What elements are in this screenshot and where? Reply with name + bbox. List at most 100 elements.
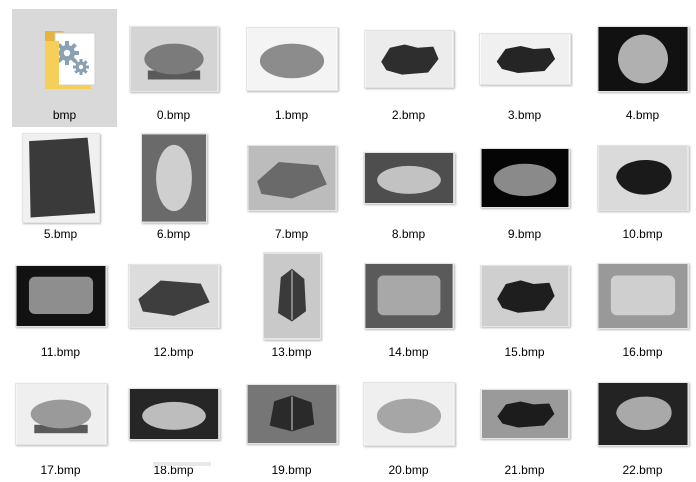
- thumbnail-wrap: [239, 364, 344, 464]
- file-item[interactable]: 14.bmp: [356, 246, 461, 364]
- image-thumbnail: [246, 145, 337, 211]
- rock-mark: [143, 43, 204, 75]
- thumbnail-wrap: [239, 9, 344, 109]
- rock-mark: [28, 137, 95, 218]
- image-thumbnail: [479, 148, 570, 208]
- file-item[interactable]: 9.bmp: [472, 128, 577, 246]
- rock-mark: [259, 43, 324, 79]
- folder-bmp[interactable]: bmp: [12, 9, 117, 127]
- thumbnail-wrap: [121, 9, 226, 109]
- file-item[interactable]: 20.bmp: [356, 364, 461, 482]
- rock-mark: [376, 398, 441, 434]
- file-item[interactable]: 21.bmp: [472, 364, 577, 482]
- thumbnail-wrap: [8, 364, 113, 464]
- thumbnail-wrap: [8, 128, 113, 228]
- image-thumbnail: [478, 33, 571, 85]
- rock-mark: [617, 34, 668, 84]
- thumbnail-wrap: [121, 246, 226, 346]
- thumbnail-wrap: [590, 246, 695, 346]
- folder-thumb-wrap: [12, 9, 117, 109]
- folder-gears-icon: [44, 31, 95, 89]
- file-label: 19.bmp: [271, 463, 312, 477]
- thumbnail-wrap: [239, 128, 344, 228]
- thumbnail-wrap: [356, 128, 461, 228]
- file-label: 5.bmp: [43, 227, 78, 241]
- folder-label: bmp: [52, 108, 77, 122]
- thumbnail-wrap: [121, 364, 226, 464]
- file-item[interactable]: 8.bmp: [356, 128, 461, 246]
- file-item[interactable]: 10.bmp: [590, 128, 695, 246]
- image-thumbnail: [140, 133, 207, 223]
- file-label: 6.bmp: [156, 227, 191, 241]
- file-label: 0.bmp: [156, 108, 191, 122]
- thumbnail-wrap: [356, 364, 461, 464]
- image-thumbnail: [479, 265, 570, 327]
- file-item[interactable]: 3.bmp: [472, 9, 577, 127]
- image-thumbnail: [596, 145, 689, 211]
- file-label: 17.bmp: [40, 463, 81, 477]
- thumbnail-wrap: [8, 246, 113, 346]
- file-item[interactable]: 19.bmp: [239, 364, 344, 482]
- file-label: 20.bmp: [388, 463, 429, 477]
- thumbnail-wrap: [239, 246, 344, 346]
- rock-mark: [493, 163, 556, 197]
- file-label: 21.bmp: [504, 463, 545, 477]
- file-item[interactable]: 2.bmp: [356, 9, 461, 127]
- file-item[interactable]: 16.bmp: [590, 246, 695, 364]
- image-thumbnail: [596, 263, 689, 329]
- file-label: 9.bmp: [507, 227, 542, 241]
- file-label: 7.bmp: [274, 227, 309, 241]
- image-thumbnail: [128, 26, 219, 92]
- rock-mark: [377, 275, 440, 316]
- file-item[interactable]: 15.bmp: [472, 246, 577, 364]
- image-thumbnail: [127, 388, 220, 440]
- image-thumbnail: [262, 252, 321, 340]
- thumbnail-wrap: [472, 128, 577, 228]
- image-thumbnail: [21, 133, 100, 223]
- file-label: 3.bmp: [507, 108, 542, 122]
- image-thumbnail: [596, 26, 689, 92]
- image-thumbnail: [14, 265, 107, 327]
- thumbnail-wrap: [472, 364, 577, 464]
- rock-mark: [28, 276, 93, 314]
- image-thumbnail: [245, 27, 338, 91]
- thumbnail-wrap: [472, 9, 577, 109]
- file-label: 2.bmp: [391, 108, 426, 122]
- file-item[interactable]: 1.bmp: [239, 9, 344, 127]
- thumbnail-wrap: [472, 246, 577, 346]
- rock-mark: [141, 401, 206, 430]
- file-item[interactable]: 5.bmp: [8, 128, 113, 246]
- file-item[interactable]: 22.bmp: [590, 364, 695, 482]
- image-thumbnail: [363, 263, 454, 329]
- thumbnail-wrap: [121, 128, 226, 228]
- image-thumbnail: [363, 30, 454, 88]
- file-label: 16.bmp: [622, 345, 663, 359]
- thumbnail-wrap: [590, 9, 695, 109]
- rock-mark: [155, 144, 192, 212]
- file-item[interactable]: 12.bmp: [121, 246, 226, 364]
- file-label: 4.bmp: [625, 108, 660, 122]
- file-item[interactable]: 17.bmp: [8, 364, 113, 482]
- file-label: 10.bmp: [622, 227, 663, 241]
- file-label: 1.bmp: [274, 108, 309, 122]
- image-thumbnail: [362, 382, 455, 446]
- image-thumbnail: [14, 383, 107, 445]
- image-thumbnail: [596, 382, 689, 446]
- image-thumbnail: [245, 384, 338, 444]
- image-thumbnail: [362, 152, 455, 204]
- file-item[interactable]: 0.bmp: [121, 9, 226, 127]
- file-item[interactable]: 11.bmp: [8, 246, 113, 364]
- rock-mark: [610, 275, 675, 316]
- file-item[interactable]: 6.bmp: [121, 128, 226, 246]
- file-grid: bmp 0.bmp 1.bmp 2.bmp 3.bmp 4.bmp 5.bmp 6.bmp 7…: [0, 0, 696, 477]
- rock-mark: [30, 399, 91, 429]
- file-label: 13.bmp: [271, 345, 312, 359]
- file-item[interactable]: 13.bmp: [239, 246, 344, 364]
- rock-mark: [376, 165, 441, 194]
- next-row-peek: [153, 462, 211, 466]
- file-label: 8.bmp: [391, 227, 426, 241]
- file-item[interactable]: 4.bmp: [590, 9, 695, 127]
- file-label: 11.bmp: [40, 345, 81, 359]
- file-item[interactable]: 7.bmp: [239, 128, 344, 246]
- file-label: 15.bmp: [504, 345, 545, 359]
